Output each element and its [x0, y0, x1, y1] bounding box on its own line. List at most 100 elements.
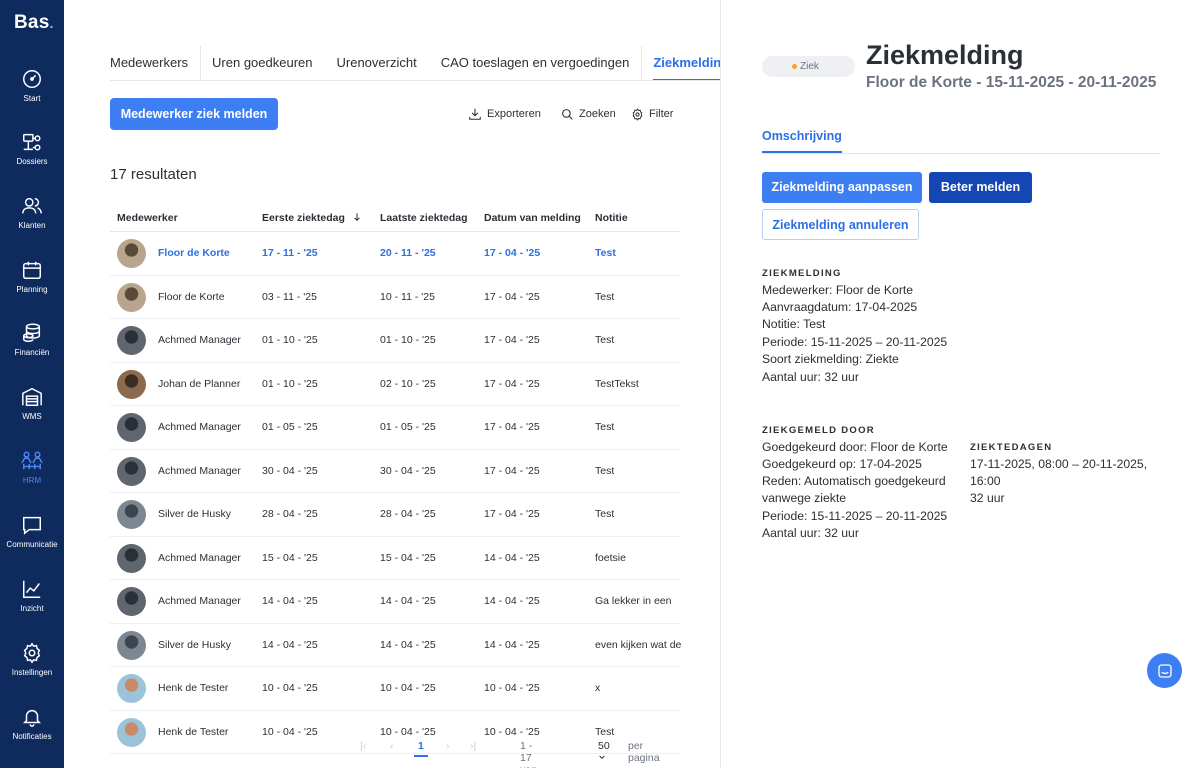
cell-last: 10 - 11 - '25 — [380, 290, 435, 303]
sidebar-item-dossiers[interactable]: Dossiers — [0, 131, 64, 187]
cell-name: Achmed Manager — [158, 421, 241, 433]
cell-last: 14 - 04 - '25 — [380, 595, 436, 607]
page-size-select[interactable]: 50 — [598, 740, 610, 764]
gear-icon — [23, 642, 41, 664]
sidebar-item-label: Dossiers — [16, 157, 48, 166]
filter-button[interactable]: Filter — [631, 104, 673, 124]
detail-line: Aantal uur: 32 uur — [762, 526, 859, 540]
cell-first: 01 - 10 - '25 — [262, 377, 318, 390]
column-header-datum-melding[interactable]: Datum van melding — [484, 212, 581, 224]
gear-icon — [632, 107, 643, 121]
tab-uren-goedkeuren[interactable]: Uren goedkeuren — [200, 44, 324, 80]
avatar — [117, 587, 146, 616]
search-icon — [562, 108, 573, 120]
table-row[interactable]: Achmed Manager 15 - 04 - '25 15 - 04 - '25… — [110, 537, 680, 580]
chat-support-icon — [1157, 663, 1172, 678]
next-page-button[interactable]: › — [446, 740, 450, 752]
sidebar-item-financien[interactable]: Financiën — [0, 322, 64, 378]
first-page-button[interactable]: |‹ — [360, 740, 366, 752]
sidebar-item-instellingen[interactable]: Instellingen — [0, 642, 64, 698]
section-heading-ziekmelding: ZIEKMELDING — [762, 268, 842, 279]
users-icon — [22, 197, 42, 214]
tab-omschrijving[interactable]: Omschrijving — [762, 129, 842, 153]
sidebar-item-notificaties[interactable]: Notificaties — [0, 706, 64, 762]
table-row[interactable]: Henk de Tester 10 - 04 - '25 10 - 04 - '25… — [110, 667, 680, 711]
tab-cao-toeslagen[interactable]: CAO toeslagen en vergoedingen — [429, 44, 642, 80]
tab-urenoverzicht[interactable]: Urenoverzicht — [325, 44, 429, 80]
cell-name: Achmed Manager — [158, 595, 241, 607]
sidebar-item-inzicht[interactable]: Inzicht — [0, 578, 64, 634]
sidebar-item-planning[interactable]: Planning — [0, 259, 64, 315]
tab-medewerkers[interactable]: Medewerkers — [110, 44, 200, 80]
edit-sick-report-button[interactable]: Ziekmelding aanpassen — [762, 172, 922, 203]
table-row[interactable]: Floor de Korte 17 - 11 - '25 20 - 11 - '25… — [110, 232, 680, 276]
sidebar-item-wms[interactable]: WMS — [0, 386, 64, 442]
table-row[interactable]: Achmed Manager 14 - 04 - '25 14 - 04 - '25… — [110, 580, 680, 624]
chat-support-button[interactable] — [1147, 653, 1182, 688]
sidebar-item-label: Planning — [16, 285, 48, 294]
cell-first: 14 - 04 - '25 — [262, 638, 318, 651]
avatar — [117, 543, 146, 573]
avatar — [117, 239, 146, 268]
sidebar-item-communicatie[interactable]: Communicatie — [0, 514, 64, 570]
panel-title: Ziekmelding — [866, 40, 1024, 70]
export-button[interactable]: Exporteren — [468, 104, 541, 124]
line-chart-icon — [23, 580, 41, 598]
table-row[interactable]: Johan de Planner 01 - 10 - '25 02 - 10 - '… — [110, 363, 680, 406]
cell-reported: 17 - 04 - '25 — [484, 464, 540, 477]
detail-panel: Ziek Ziekmelding Floor de Korte - 15-11-… — [720, 0, 1200, 768]
cell-name: Henk de Tester — [158, 682, 229, 694]
column-header-medewerker[interactable]: Medewerker — [117, 212, 178, 224]
table-row[interactable]: Floor de Korte 03 - 11 - '25 10 - 11 - '25… — [110, 276, 680, 319]
warehouse-icon — [22, 387, 42, 406]
cell-last: 14 - 04 - '25 — [380, 638, 436, 651]
dashboard-gauge-icon — [23, 70, 41, 88]
cell-note: x — [595, 682, 601, 694]
cell-note: TestTekst — [595, 377, 639, 390]
page-number-current[interactable]: 1 — [414, 740, 428, 757]
report-sick-button[interactable]: Medewerker ziek melden — [110, 98, 278, 130]
cell-reported: 10 - 04 - '25 — [484, 725, 540, 738]
cell-reported: 14 - 04 - '25 — [484, 638, 540, 651]
sidebar-item-hrm[interactable]: HRM — [0, 450, 64, 506]
cell-first: 01 - 05 - '25 — [262, 421, 318, 433]
cell-first: 14 - 04 - '25 — [262, 595, 318, 607]
table-row[interactable]: Silver de Husky 28 - 04 - '25 28 - 04 - '2… — [110, 493, 680, 537]
avatar — [117, 326, 146, 355]
last-page-button[interactable]: ›| — [470, 740, 476, 752]
sidebar-item-klanten[interactable]: Klanten — [0, 195, 64, 251]
avatar — [117, 369, 146, 399]
panel-subtitle: Floor de Korte - 15-11-2025 - 20-11-2025 — [866, 74, 1157, 91]
cell-last: 10 - 04 - '25 — [380, 682, 436, 694]
table-row[interactable]: Achmed Manager 30 - 04 - '25 30 - 04 - '25… — [110, 450, 680, 493]
column-header-eerste-ziektedag[interactable]: Eerste ziektedag — [262, 212, 362, 224]
prev-page-button[interactable]: ‹ — [390, 740, 394, 752]
cell-first: 10 - 04 - '25 — [262, 682, 318, 694]
cell-first: 17 - 11 - '25 — [262, 247, 318, 259]
cancel-sick-report-button[interactable]: Ziekmelding annuleren — [762, 209, 919, 240]
cell-reported: 17 - 04 - '25 — [484, 377, 540, 390]
table-row[interactable]: Henk de Tester 10 - 04 - '25 10 - 04 - '25… — [110, 711, 680, 754]
section-heading-ziekgemeld-door: ZIEKGEMELD DOOR — [762, 425, 875, 436]
tab-ziekmeldingen[interactable]: Ziekmeldingen — [641, 44, 720, 80]
sidebar-item-label: HRM — [22, 476, 42, 485]
cell-reported: 14 - 04 - '25 — [484, 551, 540, 564]
section-heading-ziektedagen: ZIEKTEDAGEN — [970, 442, 1053, 453]
column-header-laatste-ziektedag[interactable]: Laatste ziektedag — [380, 212, 468, 224]
column-header-notitie[interactable]: Notitie — [595, 212, 628, 224]
cell-first: 10 - 04 - '25 — [262, 725, 318, 738]
cell-note: Test — [595, 290, 615, 303]
sidebar-item-start[interactable]: Start — [0, 68, 64, 124]
search-button[interactable]: Zoeken — [561, 104, 616, 124]
detail-line: Periode: 15-11-2025 – 20-11-2025 — [762, 509, 948, 523]
table-row[interactable]: Achmed Manager 01 - 05 - '25 01 - 05 - '25… — [110, 406, 680, 450]
table-row[interactable]: Silver de Husky 14 - 04 - '25 14 - 04 - '2… — [110, 624, 681, 667]
cell-last: 28 - 04 - '25 — [380, 508, 436, 520]
table-row[interactable]: Achmed Manager 01 - 10 - '25 01 - 10 - '25… — [110, 319, 680, 363]
search-label: Zoeken — [579, 108, 616, 120]
filter-label: Filter — [649, 108, 674, 120]
avatar — [117, 674, 146, 703]
logo[interactable]: Bas. — [14, 12, 54, 34]
cell-note: Ga lekker in een — [595, 595, 672, 607]
report-recovered-button[interactable]: Beter melden — [929, 172, 1032, 203]
